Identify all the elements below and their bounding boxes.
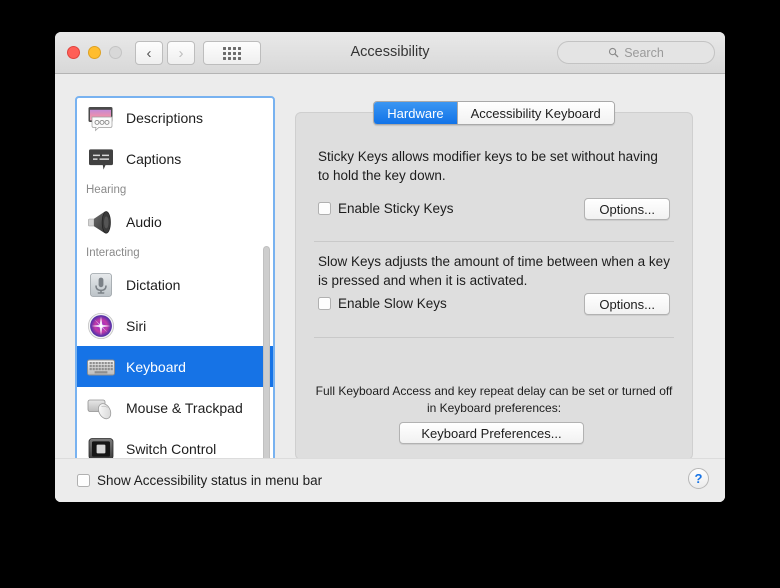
show-status-in-menu-bar-checkbox[interactable] bbox=[77, 474, 90, 487]
sidebar-item-siri[interactable]: Siri bbox=[77, 305, 275, 346]
window-body: Descriptions Captions bbox=[55, 74, 725, 502]
enable-sticky-keys-row[interactable]: Enable Sticky Keys bbox=[318, 201, 454, 216]
tab-hardware[interactable]: Hardware bbox=[374, 102, 456, 124]
sidebar-item-captions[interactable]: Captions bbox=[77, 138, 275, 179]
keyboard-icon bbox=[86, 352, 116, 382]
sidebar-item-label: Siri bbox=[126, 318, 146, 334]
keyboard-preferences-note: Full Keyboard Access and key repeat dela… bbox=[314, 383, 674, 417]
tab-group: Hardware Accessibility Keyboard bbox=[373, 101, 614, 125]
sidebar-item-label: Audio bbox=[126, 214, 162, 230]
tab-accessibility-keyboard[interactable]: Accessibility Keyboard bbox=[457, 102, 614, 124]
mouse-trackpad-icon bbox=[86, 393, 116, 423]
sidebar-item-label: Switch Control bbox=[126, 441, 216, 457]
sidebar-scrollbar[interactable] bbox=[263, 246, 270, 464]
window-titlebar: ‹ › Accessibility Search bbox=[55, 32, 725, 74]
question-mark-icon: ? bbox=[695, 471, 703, 486]
window-footer: Show Accessibility status in menu bar ? bbox=[55, 458, 725, 502]
enable-sticky-keys-label: Enable Sticky Keys bbox=[338, 201, 454, 216]
section-divider-1 bbox=[314, 241, 674, 242]
dictation-mic-icon bbox=[86, 270, 116, 300]
enable-slow-keys-label: Enable Slow Keys bbox=[338, 296, 447, 311]
sidebar-item-keyboard[interactable]: Keyboard bbox=[77, 346, 275, 387]
sidebar-item-hidden-2[interactable] bbox=[77, 96, 275, 97]
show-status-in-menu-bar-row[interactable]: Show Accessibility status in menu bar bbox=[77, 473, 322, 488]
sidebar-heading-interacting: Interacting bbox=[77, 242, 275, 264]
slow-keys-options-button[interactable]: Options... bbox=[584, 293, 670, 315]
keyboard-settings-panel: Sticky Keys allows modifier keys to be s… bbox=[295, 112, 693, 460]
help-button[interactable]: ? bbox=[688, 468, 709, 489]
show-status-in-menu-bar-label: Show Accessibility status in menu bar bbox=[97, 473, 322, 488]
captions-icon bbox=[86, 144, 116, 174]
sidebar-item-label: Keyboard bbox=[126, 359, 186, 375]
search-input[interactable]: Search bbox=[557, 41, 715, 64]
siri-icon bbox=[86, 311, 116, 341]
search-placeholder: Search bbox=[624, 46, 664, 60]
sidebar-item-label: Descriptions bbox=[126, 110, 203, 126]
enable-slow-keys-checkbox[interactable] bbox=[318, 297, 331, 310]
sidebar-item-label: Captions bbox=[126, 151, 181, 167]
enable-slow-keys-row[interactable]: Enable Slow Keys bbox=[318, 296, 447, 311]
sidebar-item-descriptions[interactable]: Descriptions bbox=[77, 97, 275, 138]
sidebar-item-label: Dictation bbox=[126, 277, 180, 293]
accessibility-feature-sidebar: Descriptions Captions bbox=[75, 96, 275, 470]
sidebar-item-audio[interactable]: Audio bbox=[77, 201, 275, 242]
sidebar-item-dictation[interactable]: Dictation bbox=[77, 264, 275, 305]
slow-keys-description: Slow Keys adjusts the amount of time bet… bbox=[318, 252, 670, 290]
sidebar-item-mouse-trackpad[interactable]: Mouse & Trackpad bbox=[77, 387, 275, 428]
keyboard-preferences-button[interactable]: Keyboard Preferences... bbox=[399, 422, 584, 444]
descriptions-icon bbox=[86, 103, 116, 133]
settings-tab-bar: Hardware Accessibility Keyboard bbox=[295, 101, 693, 125]
sticky-keys-description: Sticky Keys allows modifier keys to be s… bbox=[318, 147, 670, 185]
search-icon bbox=[608, 47, 619, 58]
accessibility-preferences-window: ‹ › Accessibility Search bbox=[55, 32, 725, 502]
enable-sticky-keys-checkbox[interactable] bbox=[318, 202, 331, 215]
sidebar-scroll-content: Descriptions Captions bbox=[77, 96, 275, 469]
sidebar-heading-hearing: Hearing bbox=[77, 179, 275, 201]
sidebar-item-label: Mouse & Trackpad bbox=[126, 400, 243, 416]
section-divider-2 bbox=[314, 337, 674, 338]
sticky-keys-options-button[interactable]: Options... bbox=[584, 198, 670, 220]
audio-speaker-icon bbox=[86, 207, 116, 237]
